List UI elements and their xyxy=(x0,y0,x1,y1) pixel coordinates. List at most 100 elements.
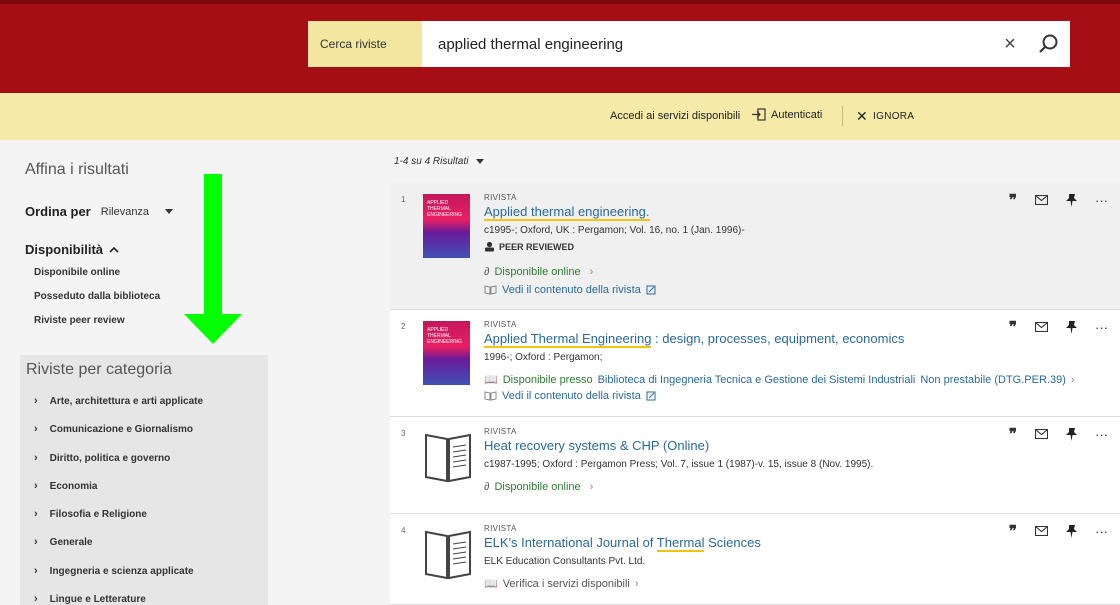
categories-title: Riviste per categoria xyxy=(26,361,172,378)
chevron-right-icon: › xyxy=(34,480,38,492)
notice-text: Accedi ai servizi disponibili xyxy=(610,110,741,122)
email-icon[interactable] xyxy=(1035,429,1048,439)
result-meta: c1995-; Oxford, UK : Pergamon; Vol. 16, … xyxy=(484,225,745,236)
contents-label: Vedi il contenuto della rivista xyxy=(502,284,641,296)
category-item[interactable]: › Lingue e Letterature xyxy=(34,593,146,605)
category-item[interactable]: › Comunicazione e Giornalismo xyxy=(34,423,193,435)
chevron-up-icon xyxy=(109,246,119,253)
category-item[interactable]: › Generale xyxy=(34,536,92,548)
available-online-link[interactable]: ∂ Disponibile online › xyxy=(484,266,593,278)
result-title[interactable]: Applied thermal engineering. xyxy=(484,204,650,221)
category-item[interactable]: › Ingegneria e scienza applicate xyxy=(34,565,194,577)
search-scope-button[interactable]: Cerca riviste xyxy=(308,21,422,67)
quote-icon[interactable]: ❞ xyxy=(1009,191,1017,209)
sort-control[interactable]: Ordina per Rilevanza xyxy=(25,204,174,219)
chevron-right-icon: › xyxy=(1070,373,1075,386)
login-label: Autenticati xyxy=(771,108,823,121)
category-label: Generale xyxy=(49,536,93,548)
dismiss-button[interactable]: ✕ IGNORA xyxy=(856,108,914,125)
result-card[interactable]: 3 RIVISTA Heat recovery systems & CHP (O… xyxy=(390,417,1120,514)
journal-contents-link[interactable]: Vedi il contenuto della rivista xyxy=(484,390,656,402)
category-item[interactable]: › Arte, architettura e arti applicate xyxy=(34,395,203,407)
result-meta: ELK Education Consultants Pvt. Ltd. xyxy=(484,556,646,567)
journal-cover-thumbnail[interactable]: APPLIED THERMAL ENGINEERING xyxy=(423,194,470,258)
results-count[interactable]: 1-4 su 4 Risultati xyxy=(394,156,485,167)
title-text: Heat recovery systems & CHP (Online) xyxy=(484,438,710,453)
library-holdings-link[interactable]: 📖 Disponibile presso Biblioteca di Ingeg… xyxy=(484,373,1075,387)
book-open-icon: 📖 xyxy=(484,578,498,590)
pin-icon[interactable] xyxy=(1066,427,1077,441)
category-label: Filosofia e Religione xyxy=(49,508,147,520)
pin-icon[interactable] xyxy=(1066,524,1077,538)
result-card[interactable]: 4 RIVISTA ELK's International Journal of… xyxy=(390,514,1120,605)
holdings-prefix: Disponibile presso xyxy=(502,373,593,386)
result-number: 2 xyxy=(401,322,406,331)
journal-contents-link[interactable]: Vedi il contenuto della rivista xyxy=(484,284,656,296)
quote-icon[interactable]: ❞ xyxy=(1009,318,1017,336)
chevron-down-icon xyxy=(165,209,174,214)
pin-icon[interactable] xyxy=(1066,320,1077,334)
pin-icon[interactable] xyxy=(1066,193,1077,207)
category-item[interactable]: › Diritto, politica e governo xyxy=(34,452,170,464)
chevron-right-icon: › xyxy=(34,565,38,577)
clear-icon[interactable]: × xyxy=(994,21,1026,67)
refine-title: Affina i risultati xyxy=(25,161,129,178)
result-meta: c1987-1995; Oxford : Pergamon Press; Vol… xyxy=(484,459,874,470)
result-title[interactable]: Applied Thermal Engineering : design, pr… xyxy=(484,331,905,348)
resource-type: RIVISTA xyxy=(484,320,517,329)
chevron-right-icon: › xyxy=(589,266,594,278)
categories-panel: Riviste per categoria › Arte, architettur… xyxy=(20,355,268,605)
available-online-label: Disponibile online xyxy=(494,481,581,493)
category-item[interactable]: › Economia xyxy=(34,480,97,492)
search-icon[interactable] xyxy=(1026,21,1070,67)
link-icon: ∂ xyxy=(484,266,490,278)
result-number: 4 xyxy=(401,526,406,535)
result-card[interactable]: 2 APPLIED THERMAL ENGINEERING RIVISTA Ap… xyxy=(390,310,1120,417)
more-options-icon[interactable]: ··· xyxy=(1095,524,1108,539)
sign-in-icon xyxy=(752,108,766,121)
search-input[interactable] xyxy=(422,21,994,67)
result-card[interactable]: 1 APPLIED THERMAL ENGINEERING RIVISTA Ap… xyxy=(390,183,1120,310)
more-options-icon[interactable]: ··· xyxy=(1095,320,1108,335)
category-item[interactable]: › Filosofia e Religione xyxy=(34,508,147,520)
title-subtitle: : design, processes, equipment, economic… xyxy=(651,331,905,346)
facet-held-by-library[interactable]: Posseduto dalla biblioteca xyxy=(34,291,160,302)
result-title[interactable]: Heat recovery systems & CHP (Online) xyxy=(484,438,709,453)
result-meta: 1996-; Oxford : Pergamon; xyxy=(484,352,603,363)
cover-text: APPLIED THERMAL ENGINEERING xyxy=(427,200,463,218)
result-title[interactable]: ELK's International Journal of Thermal S… xyxy=(484,535,761,552)
more-options-icon[interactable]: ··· xyxy=(1095,427,1108,442)
peer-reviewed-icon xyxy=(485,241,494,252)
available-online-label: Disponibile online xyxy=(494,266,581,278)
more-options-icon[interactable]: ··· xyxy=(1095,193,1108,208)
title-text-end: Sciences xyxy=(704,535,761,550)
category-label: Diritto, politica e governo xyxy=(49,452,171,464)
login-button[interactable]: Autenticati xyxy=(752,108,822,121)
title-text: ELK's International Journal of xyxy=(484,535,657,550)
result-actions: ❞ ··· xyxy=(1009,522,1108,540)
category-label: Arte, architettura e arti applicate xyxy=(49,395,204,407)
available-online-link[interactable]: ∂ Disponibile online › xyxy=(484,481,593,493)
link-icon: ∂ xyxy=(484,481,490,493)
result-actions: ❞ ··· xyxy=(1009,425,1108,443)
email-icon[interactable] xyxy=(1035,526,1048,536)
facet-available-online[interactable]: Disponibile online xyxy=(34,267,120,278)
check-services-link[interactable]: 📖 Verifica i servizi disponibili › xyxy=(484,577,639,591)
loan-status: Non prestabile (DTG.PER.39) xyxy=(920,373,1066,386)
facet-peer-reviewed[interactable]: Riviste peer review xyxy=(34,315,125,326)
quote-icon[interactable]: ❞ xyxy=(1009,522,1017,540)
quote-icon[interactable]: ❞ xyxy=(1009,425,1017,443)
email-icon[interactable] xyxy=(1035,195,1048,205)
chevron-right-icon: › xyxy=(34,423,38,435)
chevron-down-icon xyxy=(476,159,485,164)
chevron-right-icon: › xyxy=(34,536,38,548)
cover-text: APPLIED THERMAL ENGINEERING xyxy=(427,327,463,345)
resource-type: RIVISTA xyxy=(484,427,517,436)
availability-facet-toggle[interactable]: Disponibilità xyxy=(25,242,119,257)
close-icon: ✕ xyxy=(856,108,869,124)
contents-label: Vedi il contenuto della rivista xyxy=(502,390,641,402)
book-open-icon xyxy=(484,391,497,401)
journal-cover-thumbnail[interactable]: APPLIED THERMAL ENGINEERING xyxy=(423,321,470,385)
peer-reviewed-label: PEER REVIEWED xyxy=(499,241,575,252)
email-icon[interactable] xyxy=(1035,322,1048,332)
